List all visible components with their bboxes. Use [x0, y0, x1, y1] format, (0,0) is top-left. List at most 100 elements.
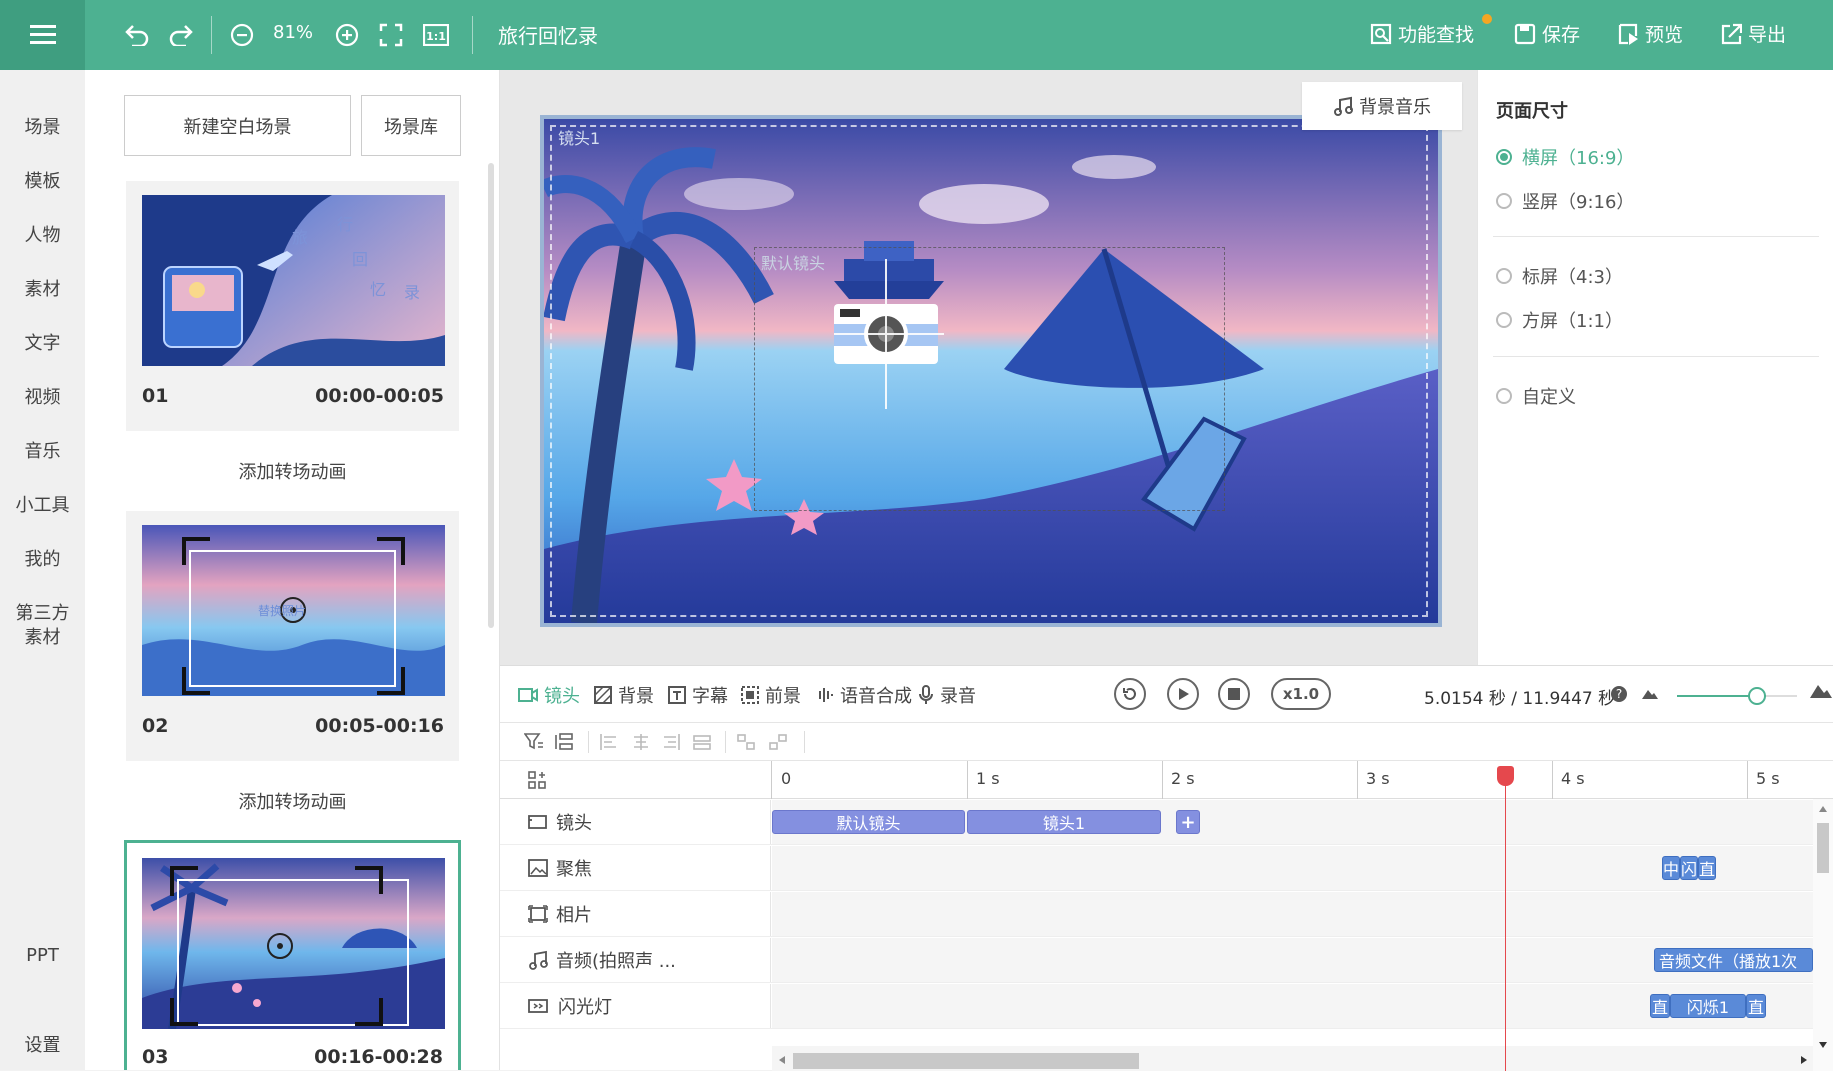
clip-focus[interactable]: 直	[1698, 856, 1716, 880]
zoom-in-icon[interactable]	[333, 17, 361, 53]
clip-flash[interactable]: 闪烁1	[1670, 994, 1746, 1018]
sidebar-item-template[interactable]: 模板	[0, 170, 85, 194]
clip-focus[interactable]: 闪	[1680, 856, 1698, 880]
timeline-horizontal-scrollbar[interactable]	[772, 1046, 1813, 1071]
tab-lens[interactable]: 镜头	[518, 682, 580, 708]
tab-record[interactable]: 录音	[918, 682, 976, 708]
align-center-icon[interactable]	[631, 733, 651, 751]
scroll-left-icon[interactable]	[778, 1055, 786, 1065]
sidebar-item-third-party[interactable]: 第三方素材	[0, 602, 85, 650]
new-blank-scene-button[interactable]: 新建空白场景	[124, 95, 351, 156]
timeline-zoom-knob[interactable]	[1748, 687, 1766, 705]
scene-card-active[interactable]: 03 00:16-00:28	[124, 840, 461, 1070]
redo-icon[interactable]	[166, 17, 196, 53]
export-button[interactable]: 导出	[1720, 20, 1786, 47]
sidebar-item-music[interactable]: 音乐	[0, 440, 85, 464]
group-icon[interactable]	[736, 733, 756, 751]
scene-number: 01	[142, 385, 169, 407]
track-label[interactable]: 音频(拍照声 ...	[500, 938, 771, 982]
scroll-right-icon[interactable]	[1800, 1055, 1808, 1065]
scene-card[interactable]: 旅 行 回 忆 录 01 00:00-00:05	[126, 181, 459, 431]
undo-icon[interactable]	[122, 17, 152, 53]
scroll-up-icon[interactable]	[1818, 805, 1828, 813]
add-transition-button[interactable]: 添加转场动画	[126, 458, 459, 484]
tab-speech-synthesis[interactable]: 语音合成	[814, 682, 912, 708]
time-ruler[interactable]: 0 1 s 2 s 3 s 4 s 5 s	[500, 761, 1833, 799]
sidebar-item-text[interactable]: 文字	[0, 332, 85, 356]
timeline-vertical-scrollbar[interactable]	[1813, 799, 1833, 1071]
filter-icon[interactable]	[524, 733, 544, 751]
sidebar-item-video[interactable]: 视频	[0, 386, 85, 410]
zoom-in-mountain-icon[interactable]	[1809, 683, 1833, 699]
ungroup-icon[interactable]	[768, 733, 788, 751]
track-grid-icon[interactable]	[528, 771, 546, 789]
radio-selected	[1496, 149, 1512, 165]
sidebar-item-mine[interactable]: 我的	[0, 548, 85, 572]
sidebar-item-character[interactable]: 人物	[0, 224, 85, 248]
track-label[interactable]: 相片	[500, 892, 771, 936]
track-area[interactable]: 直 闪烁1 直	[772, 984, 1813, 1028]
add-transition-button[interactable]: 添加转场动画	[126, 788, 459, 814]
size-option-label: 竖屏（9:16）	[1522, 192, 1635, 213]
sidebar-item-scene[interactable]: 场景	[0, 116, 85, 140]
play-button[interactable]	[1167, 678, 1199, 710]
background-music-button[interactable]: 背景音乐	[1302, 82, 1462, 130]
scroll-down-icon[interactable]	[1818, 1041, 1828, 1049]
track-area[interactable]	[772, 892, 1813, 936]
scene-card[interactable]: 替换照片 02 00:05-00:16	[126, 511, 459, 761]
align-right-icon[interactable]	[661, 733, 681, 751]
zoom-out-icon[interactable]	[228, 17, 256, 53]
clip-default-lens[interactable]: 默认镜头	[772, 810, 965, 834]
notification-dot	[1482, 14, 1492, 24]
layer-sort-icon[interactable]	[554, 733, 574, 751]
size-option-landscape[interactable]: 横屏（16:9）	[1496, 144, 1634, 170]
track-area[interactable]: 中 闪 直	[772, 846, 1813, 890]
help-icon[interactable]: ?	[1611, 686, 1627, 702]
clip-flash[interactable]: 直	[1650, 994, 1670, 1018]
save-label: 保存	[1542, 24, 1581, 46]
playback-speed-button[interactable]: x1.0	[1271, 678, 1331, 710]
size-option-standard[interactable]: 标屏（4:3）	[1496, 263, 1623, 289]
horizontal-scroll-thumb[interactable]	[793, 1053, 1139, 1069]
find-feature-button[interactable]: 功能查找	[1370, 14, 1492, 47]
replay-button[interactable]	[1114, 678, 1146, 710]
preview-button[interactable]: 预览	[1617, 20, 1683, 47]
tab-background[interactable]: 背景	[594, 682, 654, 708]
scene-library-button[interactable]: 场景库	[361, 95, 461, 156]
size-option-custom[interactable]: 自定义	[1496, 383, 1576, 409]
size-option-square[interactable]: 方屏（1:1）	[1496, 307, 1623, 333]
tab-subtitle[interactable]: 字幕	[668, 682, 728, 708]
clip-audio-file[interactable]: 音频文件（播放1次	[1654, 948, 1813, 972]
scene-panel-scrollbar[interactable]	[488, 163, 494, 628]
tab-foreground[interactable]: 前景	[741, 682, 801, 708]
add-lens-button[interactable]: +	[1176, 810, 1200, 834]
size-option-portrait[interactable]: 竖屏（9:16）	[1496, 188, 1634, 214]
distribute-icon[interactable]	[692, 733, 712, 751]
sidebar-item-ppt[interactable]: PPT	[0, 944, 85, 968]
track-area[interactable]: 音频文件（播放1次	[772, 938, 1813, 982]
track-label[interactable]: 镜头	[500, 800, 771, 844]
clip-flash[interactable]: 直	[1746, 994, 1766, 1018]
project-title[interactable]: 旅行回忆录	[498, 20, 598, 49]
fullscreen-icon[interactable]	[377, 17, 405, 53]
sidebar-item-tools[interactable]: 小工具	[0, 494, 85, 518]
align-left-icon[interactable]	[599, 733, 619, 751]
track-label[interactable]: 聚焦	[500, 846, 771, 890]
clip-lens-1[interactable]: 镜头1	[967, 810, 1161, 834]
clip-focus[interactable]: 中	[1662, 856, 1680, 880]
track-name: 音频(拍照声 ...	[556, 951, 676, 972]
stop-button[interactable]	[1218, 678, 1250, 710]
svg-text:行: 行	[337, 215, 353, 234]
sidebar-item-settings[interactable]: 设置	[0, 1034, 85, 1058]
stage-canvas[interactable]: 镜头1 默认镜头	[540, 115, 1442, 627]
vertical-scroll-thumb[interactable]	[1817, 823, 1829, 873]
sidebar-item-material[interactable]: 素材	[0, 278, 85, 302]
track-area[interactable]: 默认镜头 镜头1 +	[772, 800, 1813, 844]
scene-thumbnail: 旅 行 回 忆 录	[142, 195, 445, 366]
save-button[interactable]: 保存	[1514, 20, 1580, 47]
zoom-out-mountain-icon[interactable]	[1641, 688, 1659, 700]
menu-icon[interactable]	[0, 0, 85, 70]
track-label[interactable]: 闪光灯	[500, 984, 771, 1028]
radio	[1496, 312, 1512, 328]
actual-size-icon[interactable]: 1:1	[421, 17, 451, 53]
